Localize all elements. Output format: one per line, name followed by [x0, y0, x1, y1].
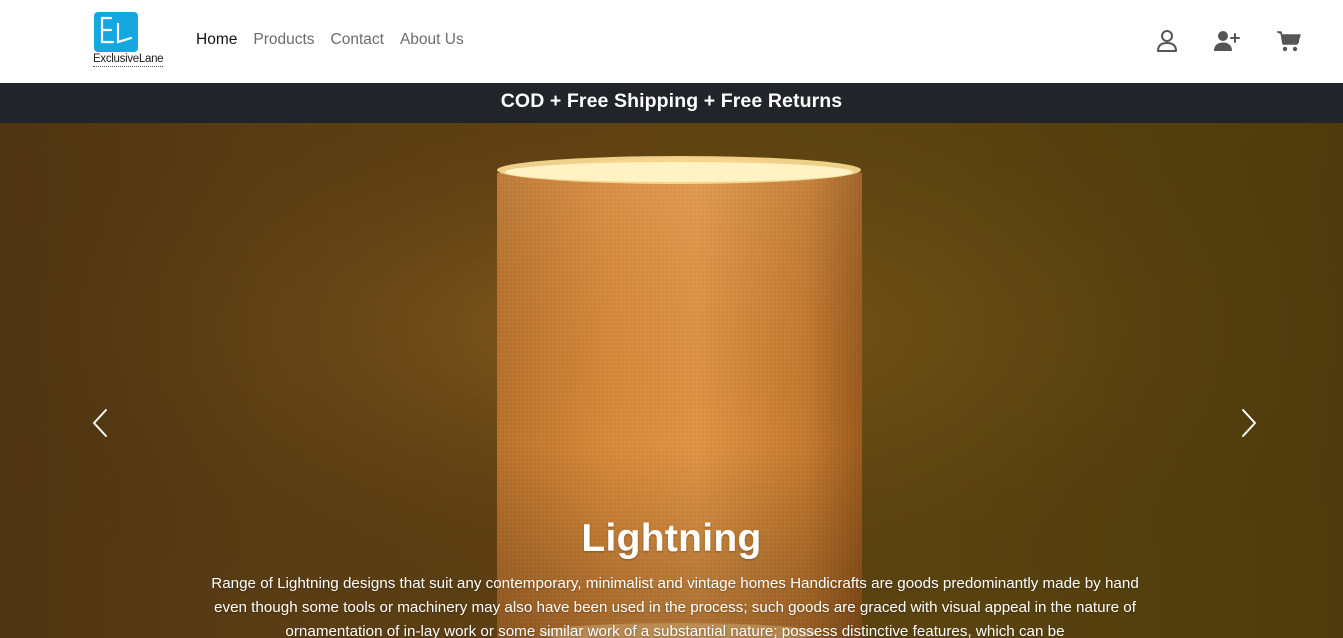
user-icon[interactable]	[1154, 28, 1180, 54]
cart-icon[interactable]	[1276, 28, 1302, 54]
navbar: ExclusiveLane Home Products Contact Abou…	[0, 0, 1343, 83]
logo-monogram-badge	[94, 12, 138, 52]
nav-link-products[interactable]: Products	[253, 31, 314, 49]
user-plus-icon[interactable]	[1213, 28, 1240, 54]
nav-link-home[interactable]: Home	[196, 31, 237, 49]
hero-carousel: Lightning Range of Lightning designs tha…	[0, 123, 1343, 638]
hero-title: Lightning	[581, 517, 762, 560]
brand-logo[interactable]: ExclusiveLane	[93, 12, 173, 70]
carousel-next-button[interactable]	[1233, 408, 1263, 438]
nav-link-contact[interactable]: Contact	[331, 31, 384, 49]
main-nav: Home Products Contact About Us	[196, 31, 464, 49]
chevron-left-icon	[93, 409, 107, 437]
carousel-prev-button[interactable]	[86, 408, 116, 438]
promo-banner: COD + Free Shipping + Free Returns	[0, 83, 1343, 123]
brand-name: ExclusiveLane	[93, 53, 164, 67]
nav-link-about-us[interactable]: About Us	[400, 31, 464, 49]
logo-monogram-icon	[100, 16, 133, 44]
hero-description: Range of Lightning designs that suit any…	[211, 575, 1139, 638]
chevron-right-icon	[1242, 409, 1256, 437]
